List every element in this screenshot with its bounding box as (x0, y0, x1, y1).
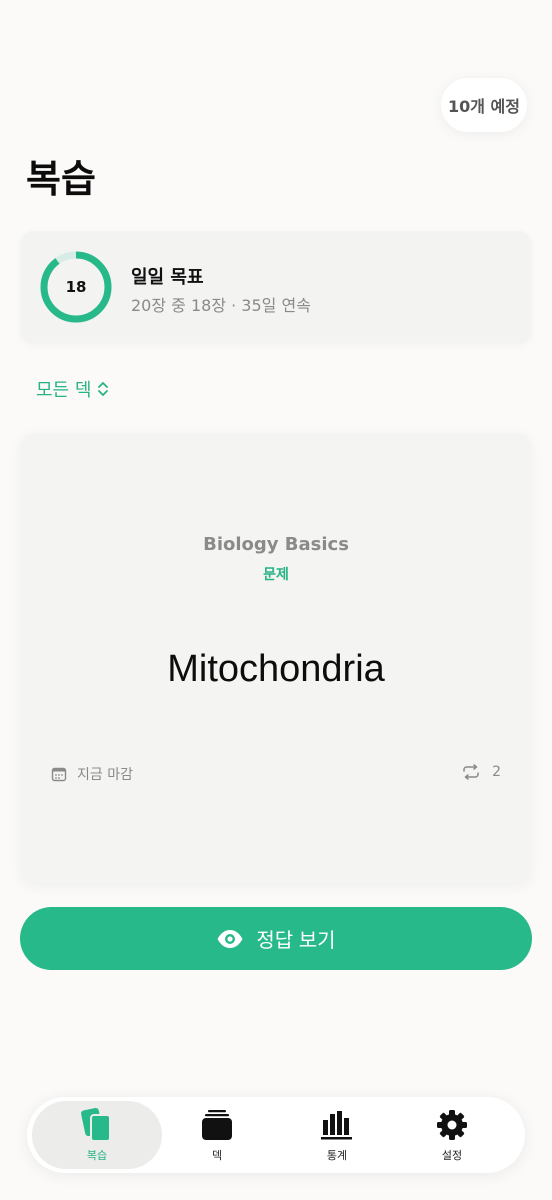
tab-review-label: 복습 (86, 1149, 108, 1162)
bottom-tab-bar: 복습 덱 통계 설정 (27, 1097, 525, 1173)
card-side-label: 문제 (263, 567, 289, 583)
calendar-icon (51, 767, 67, 782)
tab-review[interactable]: 복습 (32, 1101, 162, 1169)
card-due-label: 지금 마감 (77, 767, 133, 783)
cards-icon (79, 1107, 115, 1143)
deck-filter-dropdown[interactable]: 모든 덱 (36, 376, 109, 402)
show-answer-label: 정답 보기 (256, 930, 336, 952)
chevron-up-down-icon (98, 382, 109, 396)
show-answer-button[interactable]: 정답 보기 (20, 907, 532, 970)
goal-subtitle: 20장 중 18장 · 35일 연속 (131, 296, 311, 315)
repeat-icon (463, 764, 479, 780)
flashcard[interactable]: Biology Basics 문제 Mitochondria 지금 마감 2 (21, 434, 531, 884)
review-screen: 10개 예정 복습 18 일일 목표 20장 중 18장 · 35일 연속 모든… (0, 0, 552, 1200)
tab-settings[interactable]: 설정 (387, 1101, 517, 1169)
tab-stats[interactable]: 통계 (272, 1101, 402, 1169)
card-repetitions: 2 (462, 764, 501, 780)
card-due-info: 지금 마감 (51, 764, 133, 784)
deck-filter-label: 모든 덱 (36, 380, 92, 401)
card-repetition-count: 2 (492, 764, 501, 780)
gear-icon (434, 1107, 470, 1143)
due-count-badge[interactable]: 10개 예정 (441, 78, 527, 132)
tab-decks-label: 덱 (211, 1149, 223, 1162)
tab-decks[interactable]: 덱 (152, 1101, 282, 1169)
card-deck-name: Biology Basics (203, 534, 349, 555)
card-term: Mitochondria (167, 648, 385, 690)
bar-chart-icon (319, 1107, 355, 1143)
tab-stats-label: 통계 (326, 1149, 348, 1162)
tab-settings-label: 설정 (441, 1149, 463, 1162)
daily-goal-card: 18 일일 목표 20장 중 18장 · 35일 연속 (21, 231, 531, 343)
goal-progress-value: 18 (65, 278, 87, 296)
eye-icon (217, 929, 243, 948)
page-title: 복습 (26, 157, 96, 201)
goal-title: 일일 목표 (131, 267, 204, 288)
due-count-label: 10개 예정 (448, 97, 520, 116)
stack-icon (199, 1107, 235, 1143)
